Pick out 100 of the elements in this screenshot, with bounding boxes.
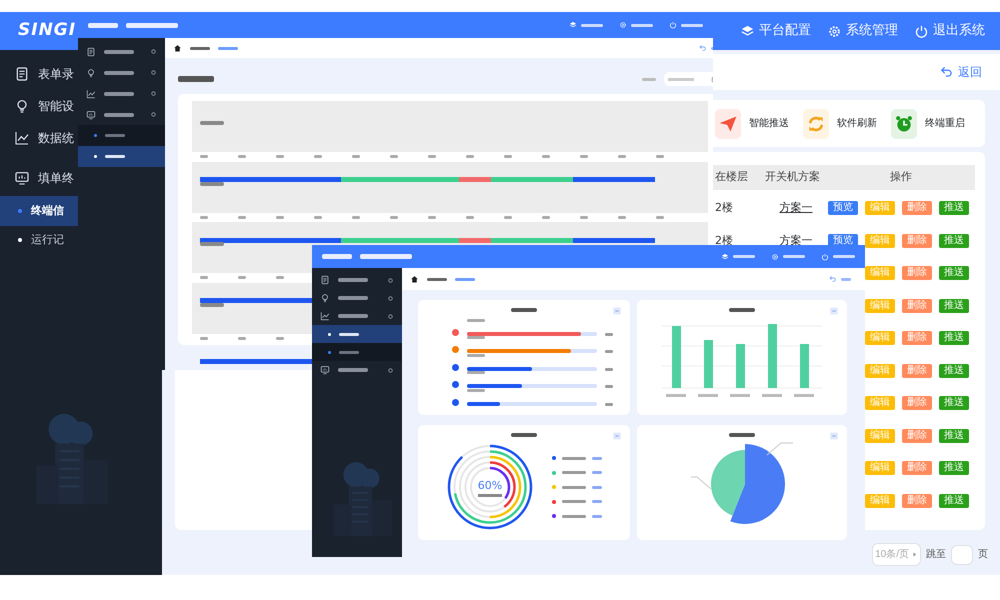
quick-action[interactable]: 智能推送	[715, 108, 797, 138]
push-button[interactable]: 推送	[939, 298, 969, 313]
chart-bar	[768, 324, 777, 388]
push-button[interactable]: 推送	[939, 201, 969, 216]
blurred-label	[200, 121, 224, 125]
header-link[interactable]	[619, 21, 653, 29]
sidebar-subitem[interactable]: 运行记	[0, 225, 78, 255]
blurred-label	[126, 22, 178, 28]
settings-icon	[827, 24, 842, 38]
delete-button[interactable]: 删除	[902, 396, 932, 410]
home-icon	[410, 274, 419, 284]
sidebar-item[interactable]: 填单终	[0, 162, 78, 194]
monitor-icon	[14, 170, 30, 186]
sidebar-item[interactable]: 表单录	[0, 58, 78, 90]
push-button[interactable]: 推送	[939, 396, 969, 410]
sidebar-subitem[interactable]	[78, 125, 165, 146]
blurred-label	[730, 394, 750, 397]
blurred-label	[605, 385, 613, 388]
jump-label: 跳至	[926, 548, 946, 562]
power-icon	[914, 24, 929, 38]
blurred-label	[605, 368, 613, 370]
blurred-label	[200, 336, 208, 340]
delete-button[interactable]: 删除	[902, 364, 932, 378]
header-link[interactable]	[821, 252, 855, 260]
blurred-label	[238, 336, 246, 340]
delete-button[interactable]: 删除	[902, 494, 932, 508]
delete-button[interactable]: 删除	[902, 201, 932, 216]
sidebar-subitem[interactable]	[312, 343, 402, 361]
page-size-select[interactable]: 10条/页	[872, 543, 921, 566]
blurred-label	[238, 155, 246, 158]
blurred-label	[200, 242, 224, 246]
back-link[interactable]: 返回	[940, 63, 982, 81]
caret-icon	[911, 551, 918, 558]
blurred-label	[322, 254, 352, 259]
line-chart-icon	[86, 88, 96, 98]
blurred-label	[390, 155, 398, 158]
delete-button[interactable]: 删除	[902, 428, 932, 443]
expand-chart-icon	[829, 306, 839, 316]
page-input[interactable]	[951, 544, 973, 564]
blurred-label	[592, 471, 602, 474]
expand-icon	[150, 111, 157, 118]
power-icon	[821, 252, 829, 260]
blurred-label	[352, 155, 360, 158]
plan-link[interactable]: 方案一	[780, 234, 812, 246]
header-link[interactable]	[721, 252, 755, 260]
back-link[interactable]	[829, 275, 851, 283]
monitor-icon	[320, 365, 330, 375]
sidebar-subitem[interactable]	[312, 325, 402, 343]
delete-button[interactable]: 删除	[902, 461, 932, 476]
blurred-label	[656, 216, 664, 218]
header-link[interactable]	[771, 252, 805, 260]
blurred-label	[200, 276, 208, 279]
push-button[interactable]: 推送	[939, 461, 969, 476]
expand-icon	[387, 276, 394, 284]
blurred-label	[642, 78, 656, 80]
blurred-label	[428, 155, 436, 158]
quick-action[interactable]: 终端重启	[891, 108, 973, 138]
blurred-label	[511, 308, 537, 312]
push-button[interactable]: 推送	[939, 266, 969, 280]
push-button[interactable]: 推送	[939, 494, 969, 508]
back-arrow-icon	[940, 65, 954, 79]
header-link[interactable]: 系统管理	[827, 21, 898, 41]
stack-icon	[721, 252, 729, 260]
push-button[interactable]: 推送	[939, 331, 969, 346]
blurred-label	[200, 302, 224, 306]
push-button[interactable]: 推送	[939, 364, 969, 378]
delete-button[interactable]: 删除	[902, 298, 932, 313]
settings-icon	[619, 21, 627, 29]
sidebar-subitem[interactable]	[78, 146, 165, 167]
delete-button[interactable]: 删除	[902, 266, 932, 280]
table-cell: 2楼	[715, 234, 733, 246]
blurred-label	[178, 76, 214, 82]
plan-link[interactable]: 方案一	[780, 201, 812, 214]
expand-icon	[387, 312, 394, 320]
delete-button[interactable]: 删除	[902, 331, 932, 346]
preview-button[interactable]: 预览	[828, 201, 858, 216]
sidebar-item[interactable]: 智能设	[0, 90, 78, 122]
push-button[interactable]: 推送	[939, 428, 969, 443]
document-icon	[14, 66, 30, 82]
quick-action[interactable]: 软件刷新	[803, 108, 885, 138]
expand-chart-icon	[612, 306, 622, 316]
header-link[interactable]: 平台配置	[740, 21, 811, 41]
lightbulb-icon	[86, 68, 96, 78]
push-button[interactable]: 推送	[939, 234, 969, 248]
blurred-label	[276, 155, 284, 158]
sidebar-subitem[interactable]: 终端信	[0, 196, 78, 226]
sidebar-item[interactable]: 数据统	[0, 122, 78, 154]
header-link[interactable]	[669, 21, 703, 29]
delete-button[interactable]: 删除	[902, 234, 932, 248]
header-link[interactable]: 退出系统	[914, 21, 985, 41]
blurred-label	[200, 216, 208, 218]
document-icon	[320, 275, 330, 285]
monitor-icon	[86, 110, 96, 120]
page-unit: 页	[978, 548, 988, 562]
header-link[interactable]	[569, 21, 603, 29]
line-chart-icon	[14, 130, 30, 146]
blurred-label	[618, 155, 626, 158]
date-field[interactable]	[664, 72, 713, 86]
blurred-label	[467, 388, 485, 392]
chart-bar	[672, 326, 681, 388]
